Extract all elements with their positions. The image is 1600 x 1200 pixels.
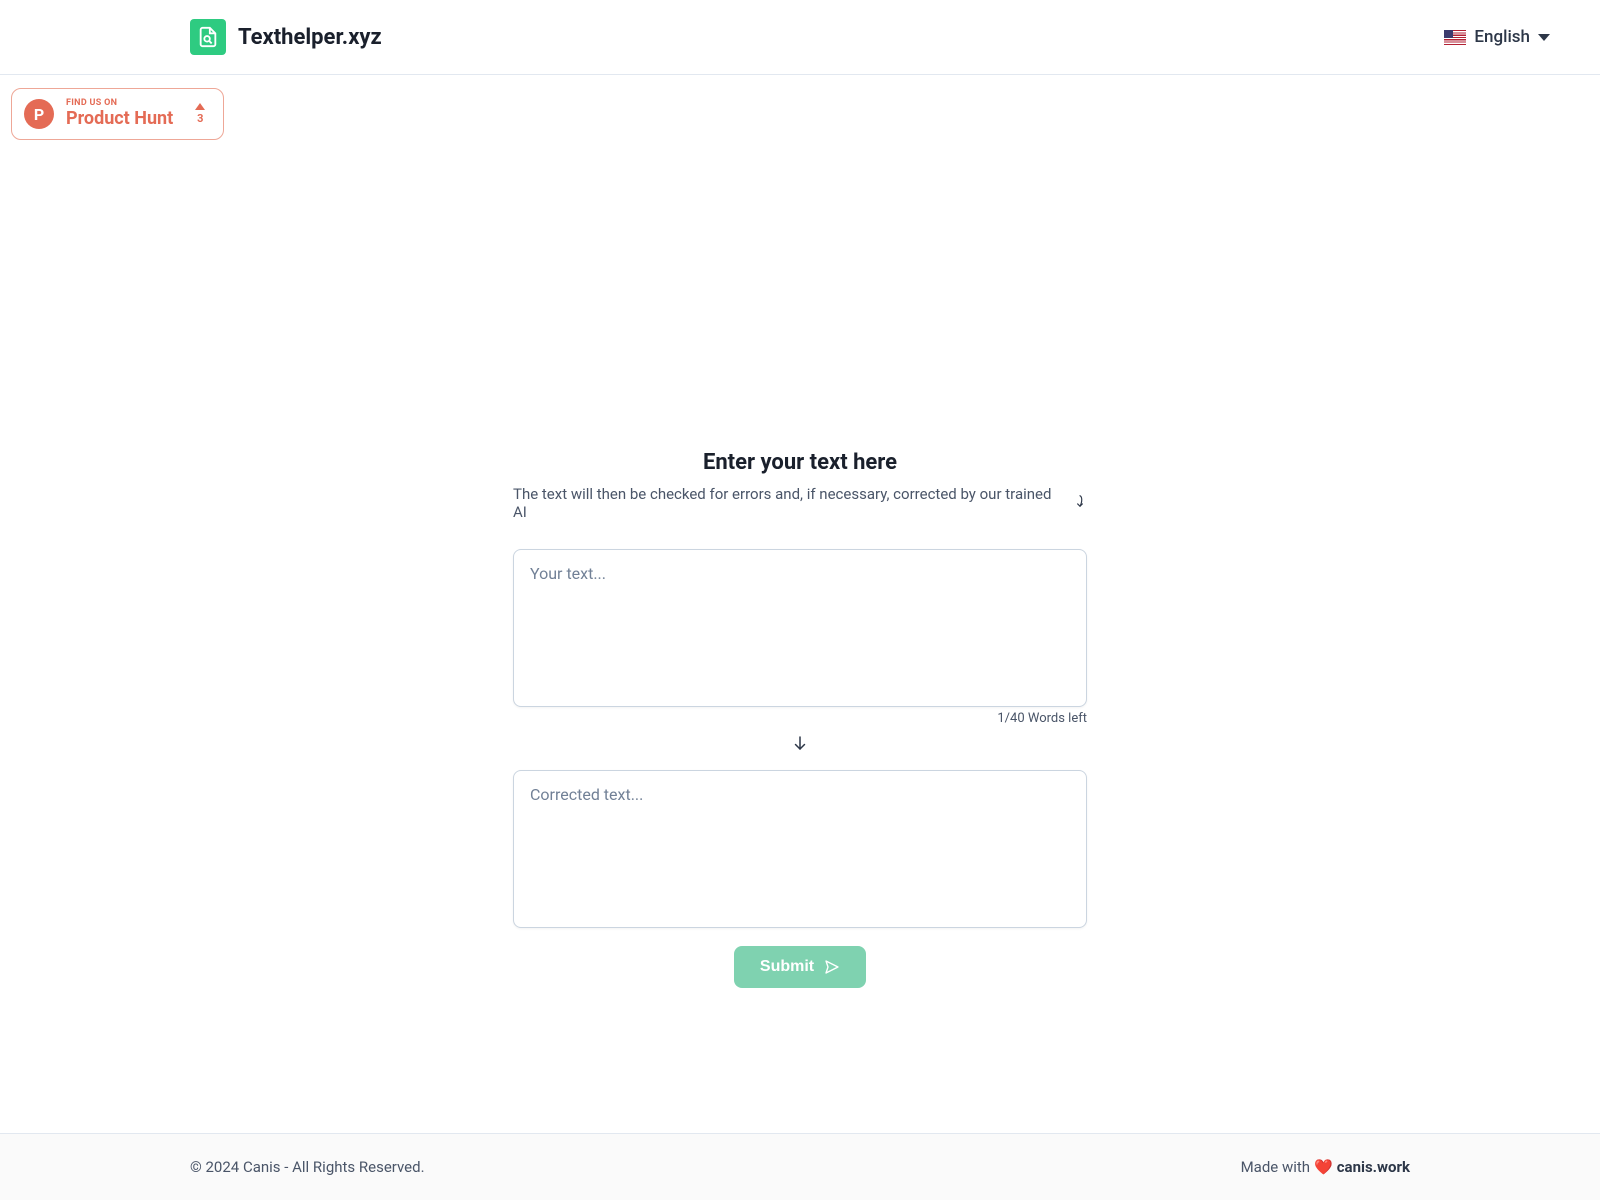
made-with-text: Made with [1241,1158,1310,1176]
footer: © 2024 Canis - All Rights Reserved. Made… [0,1133,1600,1200]
subtitle-row: The text will then be checked for errors… [513,485,1087,521]
language-selector[interactable]: English [1444,27,1550,47]
copyright-text: © 2024 Canis - All Rights Reserved. [190,1158,425,1176]
send-icon [824,959,840,975]
product-hunt-badge[interactable]: P FIND US ON Product Hunt 3 [11,88,224,140]
upvote-count: 3 [197,112,203,125]
output-textarea[interactable] [513,770,1087,928]
heart-icon: ❤️ [1314,1158,1333,1176]
footer-link[interactable]: canis.work [1337,1158,1410,1176]
page-subtitle: The text will then be checked for errors… [513,485,1065,521]
language-label: English [1474,27,1530,47]
curved-arrow-down-icon [1073,492,1087,514]
product-hunt-letter: P [34,105,44,124]
product-hunt-upvote: 3 [195,103,205,125]
main-content: Enter your text here The text will then … [513,450,1087,988]
brand[interactable]: Texthelper.xyz [190,19,382,55]
page-title: Enter your text here [703,450,897,475]
submit-button[interactable]: Submit [734,946,866,988]
words-left-label: 1/40 Words left [513,711,1087,726]
product-hunt-logo-icon: P [24,99,54,129]
upvote-triangle-icon [195,103,205,110]
arrow-down-icon [791,734,809,756]
header: Texthelper.xyz English [0,0,1600,75]
logo-icon [190,19,226,55]
us-flag-icon [1444,30,1466,45]
chevron-down-icon [1538,34,1550,41]
input-textarea[interactable] [513,549,1087,707]
product-hunt-text: FIND US ON Product Hunt [66,99,173,129]
brand-name: Texthelper.xyz [238,25,382,50]
product-hunt-name: Product Hunt [66,109,173,129]
footer-right: Made with ❤️ canis.work [1241,1158,1410,1176]
submit-label: Submit [760,958,814,976]
